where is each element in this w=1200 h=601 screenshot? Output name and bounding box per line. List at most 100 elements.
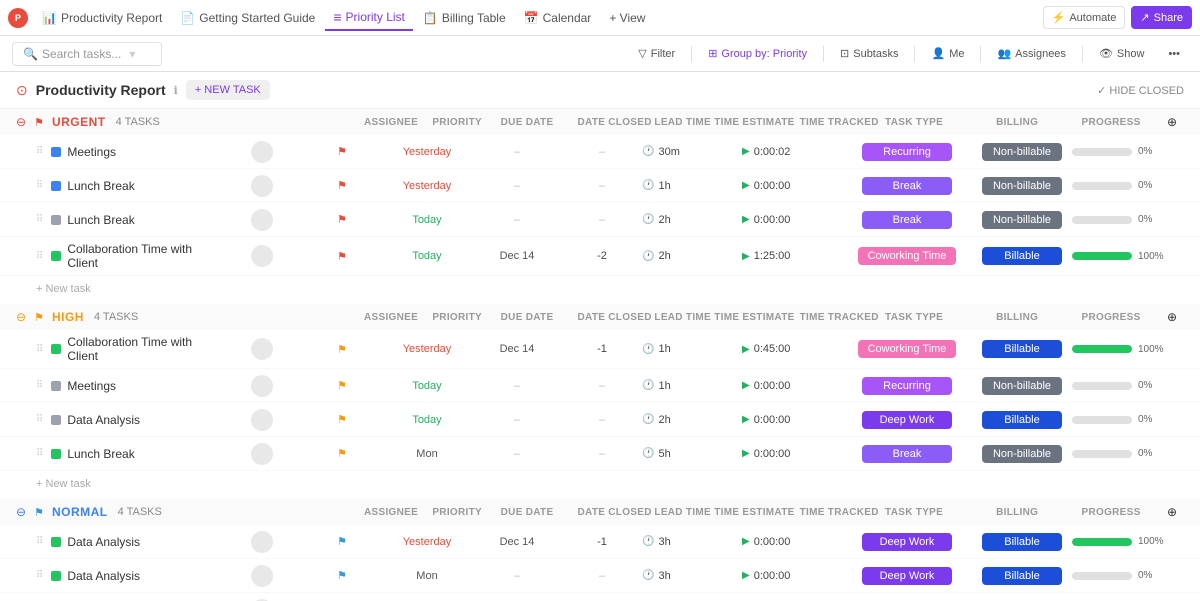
normal-collapse-icon[interactable]: ⊖: [16, 505, 26, 519]
new-task-button[interactable]: + NEW TASK: [186, 80, 270, 100]
date-closed-cell: –: [472, 214, 562, 226]
high-collapse-icon[interactable]: ⊖: [16, 310, 26, 324]
th-date-closed-high: DATE CLOSED: [578, 312, 655, 323]
assignee-cell: [222, 209, 302, 231]
drag-handle[interactable]: ⠿: [36, 380, 43, 391]
task-name[interactable]: Meetings: [67, 379, 116, 393]
table-row: ⠿Collaboration Time with Client ⚑ Yester…: [0, 330, 1200, 369]
urgent-collapse-icon[interactable]: ⊖: [16, 115, 26, 129]
drag-handle[interactable]: ⠿: [36, 570, 43, 581]
drag-handle[interactable]: ⠿: [36, 146, 43, 157]
progress-cell: 0%: [1072, 146, 1192, 157]
search-input[interactable]: 🔍 Search tasks... ▾: [12, 42, 162, 66]
task-color-dot: [51, 381, 61, 391]
subtasks-button[interactable]: ⊡ Subtasks: [832, 44, 906, 63]
assignees-label: Assignees: [1015, 48, 1066, 60]
play-icon: ▶: [742, 146, 750, 157]
task-name[interactable]: Collaboration Time with Client: [67, 242, 222, 270]
drag-handle[interactable]: ⠿: [36, 414, 43, 425]
tab-billing-table[interactable]: 📋 Billing Table: [415, 7, 514, 29]
project-info-icon[interactable]: ℹ: [174, 84, 178, 97]
tab-productivity[interactable]: 📊 Productivity Report: [34, 7, 170, 29]
task-name[interactable]: Meetings: [67, 145, 116, 159]
time-tracked-value: 0:00:00: [754, 570, 791, 582]
play-icon: ▶: [742, 214, 750, 225]
calendar-icon: 📅: [524, 11, 539, 25]
th-add-col-urgent[interactable]: ⊕: [1167, 115, 1184, 129]
task-name[interactable]: Data Analysis: [67, 569, 140, 583]
new-task-link-high[interactable]: + New task: [36, 478, 91, 490]
th-priority-high: PRIORITY: [432, 312, 500, 323]
time-tracked-value: 1:25:00: [754, 250, 791, 262]
high-flag-icon: ⚑: [34, 311, 44, 324]
th-date-closed-normal: DATE CLOSED: [578, 507, 655, 518]
task-name[interactable]: Data Analysis: [67, 413, 140, 427]
share-button[interactable]: ↗ Share: [1131, 6, 1192, 29]
assignees-button[interactable]: 👥 Assignees: [989, 44, 1073, 63]
task-color-dot: [51, 537, 61, 547]
show-button[interactable]: 👁 Show: [1091, 44, 1153, 63]
search-dropdown-icon: ▾: [129, 47, 135, 61]
new-task-link-urgent[interactable]: + New task: [36, 283, 91, 295]
priority-cell: ⚑: [302, 250, 382, 263]
th-date-closed-urgent: DATE CLOSED: [578, 117, 655, 128]
progress-cell: 100%: [1072, 251, 1192, 262]
new-task-row-urgent: + New task: [0, 276, 1200, 300]
th-due-date-normal: DUE DATE: [501, 507, 578, 518]
billing-badge: Non-billable: [982, 211, 1062, 229]
drag-handle[interactable]: ⠿: [36, 344, 43, 355]
drag-handle[interactable]: ⠿: [36, 214, 43, 225]
drag-handle[interactable]: ⠿: [36, 448, 43, 459]
drag-handle[interactable]: ⠿: [36, 536, 43, 547]
automate-label: Automate: [1069, 12, 1116, 24]
avatar: [251, 565, 273, 587]
urgent-flag-icon: ⚑: [34, 116, 44, 129]
section-high-header: ⊖ ⚑ HIGH 4 TASKS ASSIGNEE PRIORITY DUE D…: [0, 304, 1200, 330]
billing-badge: Billable: [982, 247, 1062, 265]
progress-cell: 0%: [1072, 180, 1192, 191]
due-date-value: Mon: [416, 570, 437, 582]
billing-badge: Billable: [982, 567, 1062, 585]
normal-task-count: 4 TASKS: [118, 506, 162, 518]
hide-closed-button[interactable]: ✓ HIDE CLOSED: [1097, 84, 1184, 97]
drag-handle[interactable]: ⠿: [36, 251, 43, 262]
tab-priority-list[interactable]: ≡ Priority List: [325, 5, 413, 31]
task-name[interactable]: Lunch Break: [67, 179, 134, 193]
priority-cell: ⚑: [302, 145, 382, 158]
me-button[interactable]: 👤 Me: [923, 44, 972, 63]
lead-time-cell: –: [562, 214, 642, 226]
task-name[interactable]: Collaboration Time with Client: [67, 335, 222, 363]
automate-button[interactable]: ⚡ Automate: [1043, 6, 1126, 29]
table-row: ⠿Meetings ⚑ Mon – – 🕐1h ▶0:00:00 Recurri…: [0, 593, 1200, 601]
task-name[interactable]: Lunch Break: [67, 213, 134, 227]
play-icon: ▶: [742, 251, 750, 262]
play-icon: ▶: [742, 536, 750, 547]
task-name[interactable]: Lunch Break: [67, 447, 134, 461]
drag-handle[interactable]: ⠿: [36, 180, 43, 191]
lead-time-value: -1: [597, 343, 607, 355]
lead-time-value: -2: [597, 250, 607, 262]
filter-button[interactable]: ▽ Filter: [630, 44, 683, 63]
show-label: Show: [1117, 48, 1145, 60]
th-add-col-normal[interactable]: ⊕: [1167, 505, 1184, 519]
due-date-value: Yesterday: [403, 343, 452, 355]
tab-getting-started[interactable]: 📄 Getting Started Guide: [172, 7, 323, 29]
th-lead-time-high: LEAD TIME: [654, 312, 714, 323]
table-row: ⠿Data Analysis ⚑ Mon – – 🕐3h ▶0:00:00 De…: [0, 559, 1200, 593]
group-by-button[interactable]: ⊞ Group by: Priority: [700, 44, 815, 63]
add-view-btn[interactable]: + View: [601, 7, 653, 29]
normal-flag-icon: ⚑: [34, 506, 44, 519]
new-task-row-high: + New task: [0, 471, 1200, 495]
progress-pct: 0%: [1138, 180, 1160, 191]
more-options-button[interactable]: •••: [1160, 45, 1188, 63]
high-task-count: 4 TASKS: [94, 311, 138, 323]
time-tracked-value: 0:00:00: [754, 448, 791, 460]
tab-calendar[interactable]: 📅 Calendar: [516, 7, 600, 29]
progress-pct: 100%: [1138, 251, 1164, 262]
high-section-name: HIGH: [52, 310, 84, 324]
th-add-col-high[interactable]: ⊕: [1167, 310, 1184, 324]
th-priority-normal: PRIORITY: [432, 507, 500, 518]
task-name[interactable]: Data Analysis: [67, 535, 140, 549]
date-closed-cell: Dec 14: [472, 250, 562, 262]
due-date-value: Yesterday: [403, 536, 452, 548]
